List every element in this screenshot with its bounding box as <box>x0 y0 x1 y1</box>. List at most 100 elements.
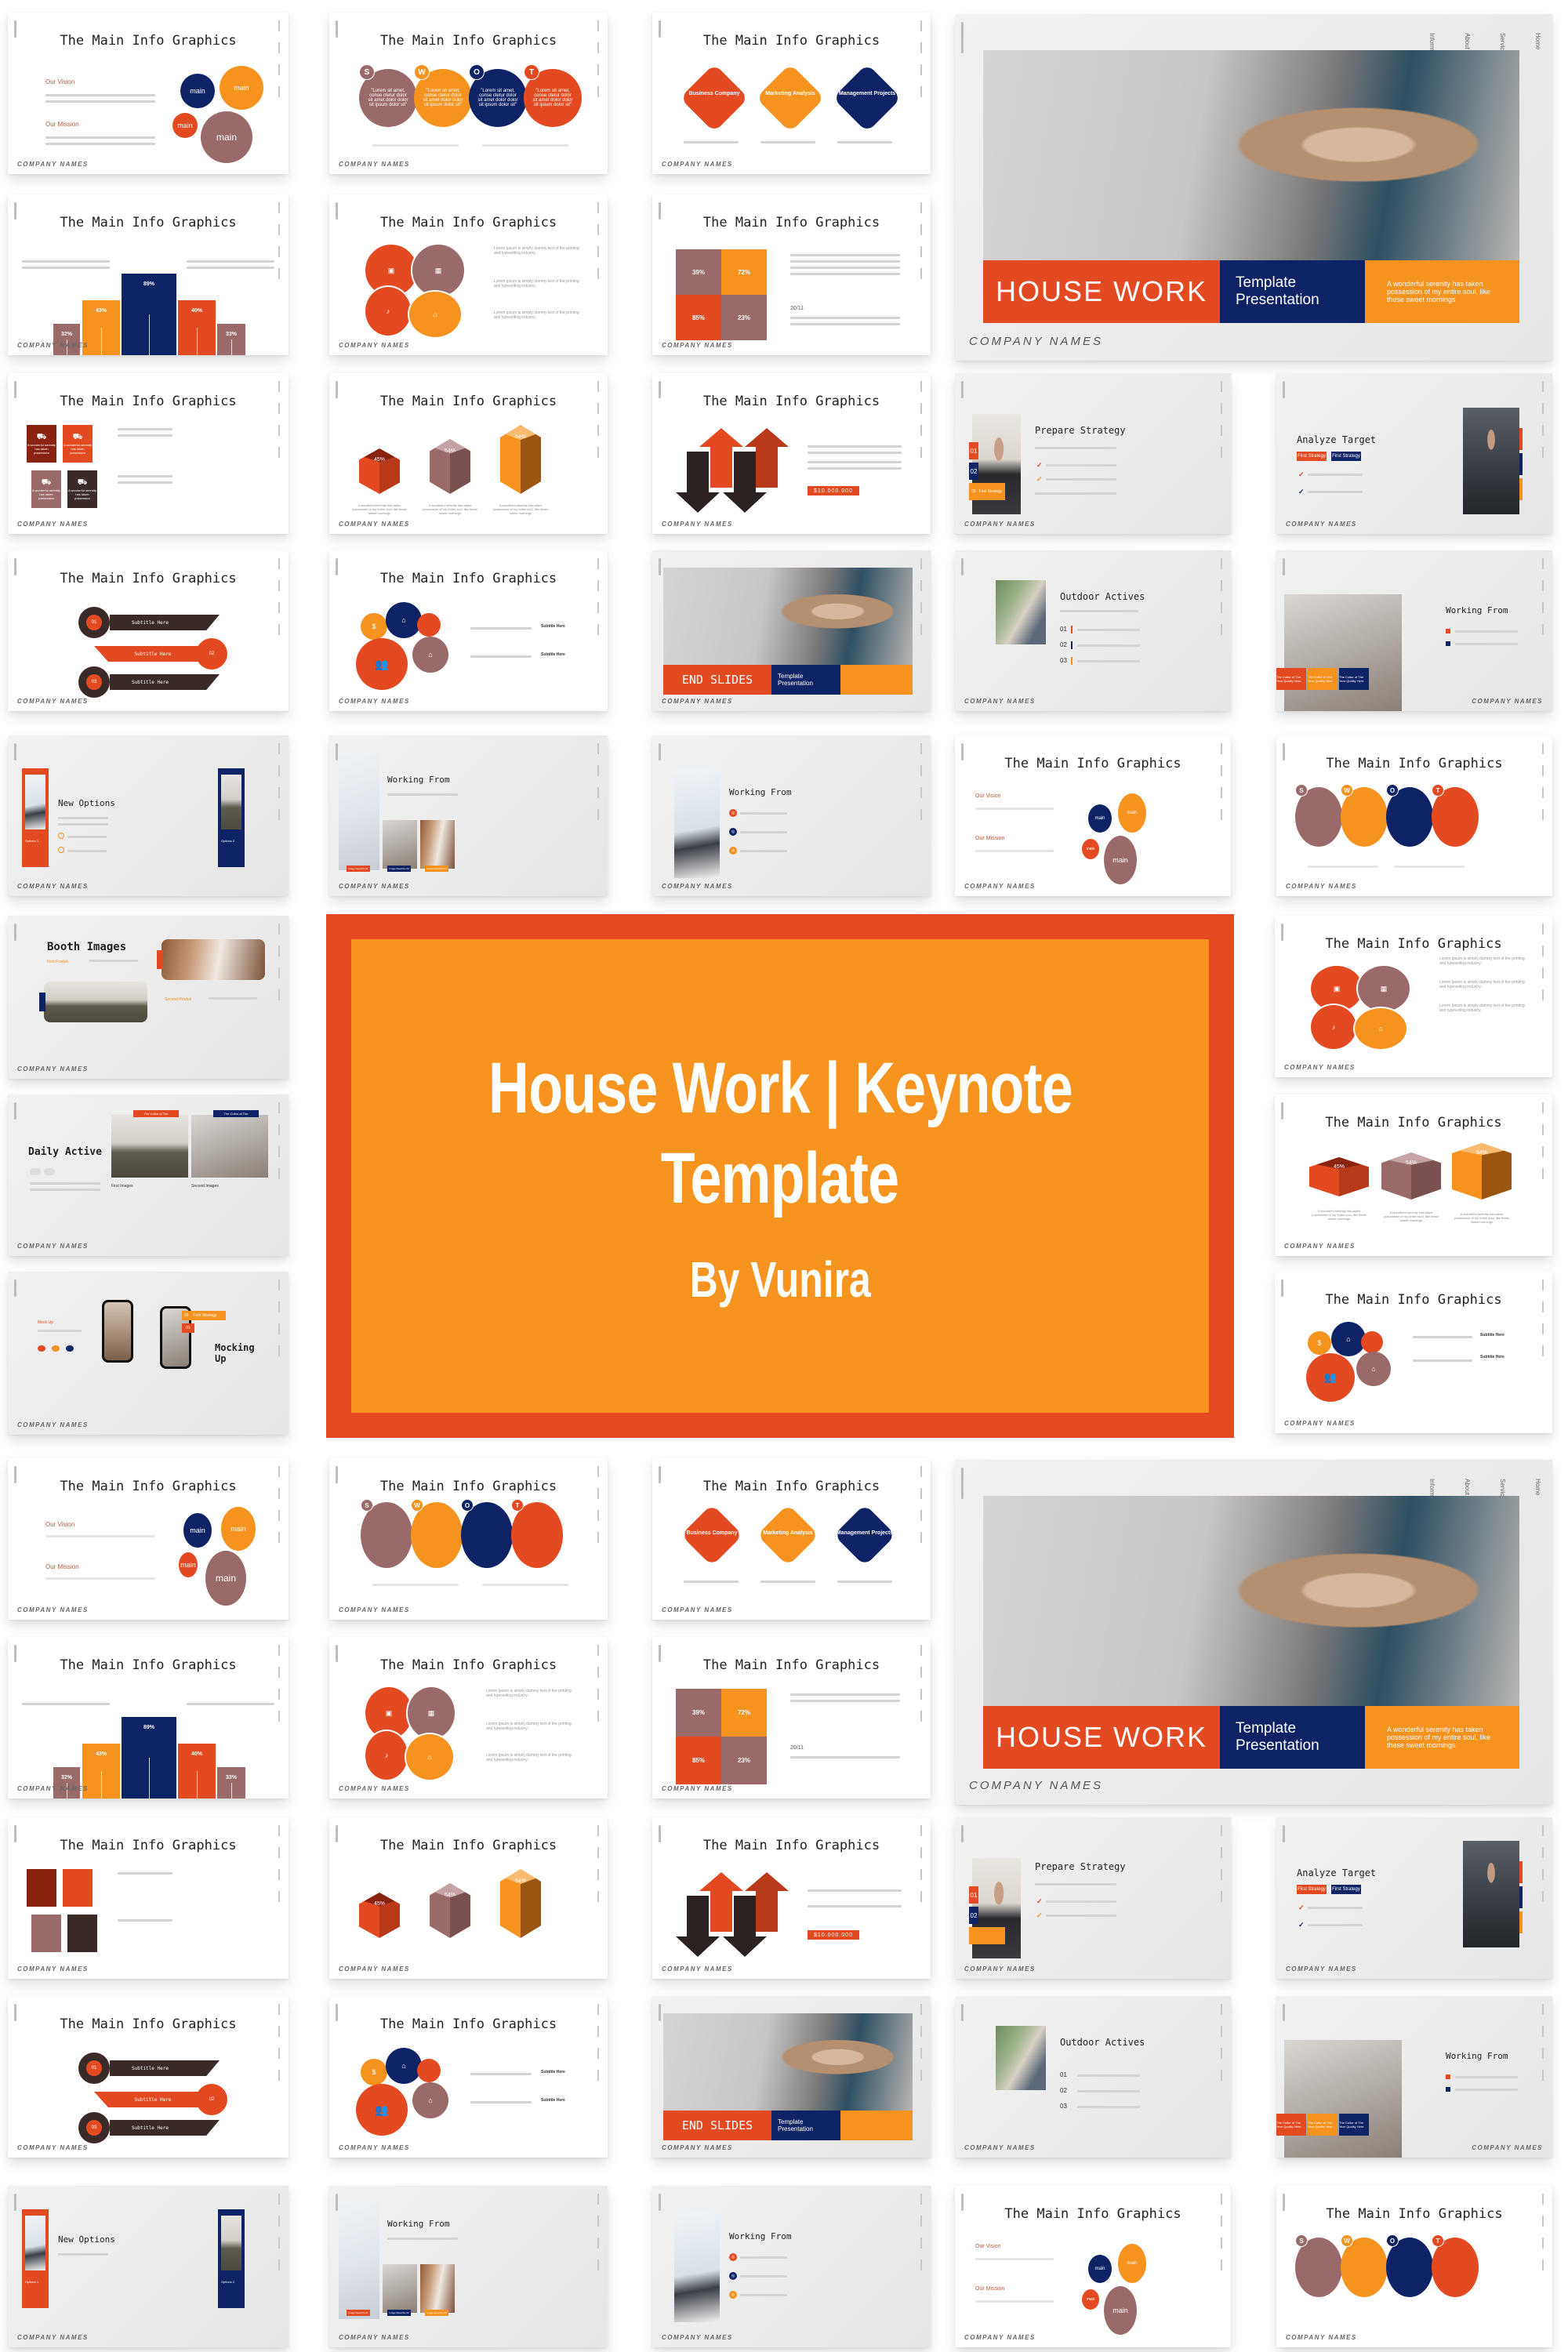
slide-trucks[interactable]: The Main Info Graphics ⛟ A wonderful sere… <box>8 373 289 534</box>
slide-diamonds[interactable]: The Main Info Graphics Business Company … <box>652 13 931 174</box>
slide-end-slides[interactable]: END SLIDES Template Presentation COMPANY… <box>652 550 931 711</box>
slide-mockup[interactable]: Mock Up 03 First Strategy 01 Mocking Up CO… <box>8 1272 289 1435</box>
text-line <box>1455 2089 1518 2091</box>
slide-cubes-2[interactable]: The Main Info Graphics 45% 54% 64% A won… <box>1275 1094 1552 1256</box>
cover-banner: HOUSE WORK Template Presentation A wonde… <box>983 1706 1519 1769</box>
slide-scroll-indicator <box>336 743 338 760</box>
company-label: COMPANY NAMES <box>1284 1064 1356 1071</box>
text-line <box>45 136 155 139</box>
slide-swot-4[interactable]: The Main Info Graphics S W O T COMPANY N… <box>1276 2186 1552 2347</box>
option-card-2[interactable]: Options 2 <box>218 2209 245 2308</box>
slide-swot-2[interactable]: The Main Info Graphics S W O T COMPANY N… <box>1276 735 1552 896</box>
slide-end-slides-2[interactable]: END SLIDES Template Presentation COMPANY… <box>652 1996 931 2158</box>
slide-venn-2[interactable]: The Main Info Graphics ▣ ▦ ♪ ⌂ Lorem Ips… <box>1275 916 1552 1077</box>
text-line <box>808 452 902 454</box>
strategy-badge-active[interactable] <box>969 1927 1005 1944</box>
slide-diamonds-2[interactable]: The Main Info Graphics Business Company … <box>652 1458 931 1620</box>
slide-cubes-3[interactable]: The Main Info Graphics 45% 54% 64% COMPA… <box>329 1817 608 1979</box>
timeline-node: 03 <box>78 2112 110 2143</box>
bullet-icon <box>1446 2074 1450 2079</box>
gear-mauve: ⌂ <box>1356 1352 1391 1386</box>
slide-prepare-strategy[interactable]: 01 02 03 First Strategy Prepare Strategy … <box>955 373 1231 534</box>
slide-arrows-2[interactable]: The Main Info Graphics $10.000.000 COMPA… <box>652 1817 931 1979</box>
text-line <box>470 2073 532 2075</box>
side-nav <box>918 1466 924 1543</box>
slide-vision-mission[interactable]: The Main Info Graphics Our Vision Our Mi… <box>8 13 289 174</box>
slide-timeline[interactable]: The Main Info Graphics Subtitle Here 01 … <box>8 550 289 711</box>
slide-bars-2[interactable]: The Main Info Graphics 32% 43% 89% 40% 3… <box>8 1637 289 1798</box>
target-icon: ◎ <box>729 2272 737 2280</box>
slide-working-from-1[interactable]: Working From The Cultur of The Year Qual… <box>1276 550 1552 711</box>
text-line <box>45 1577 155 1580</box>
slide-venn-3[interactable]: The Main Info Graphics ▣ ▦ ♪ ⌂ Lorem Ips… <box>329 1637 608 1798</box>
gear-subtitle: Subtitle Here <box>541 652 565 657</box>
slide-cover[interactable]: Home Service About Information HOUSE WOR… <box>955 14 1552 361</box>
gear-navy: ⌂ <box>386 2048 422 2084</box>
slide-timeline-2[interactable]: The Main Info Graphics Subtitle Here 01 … <box>8 1996 289 2158</box>
pager-dot[interactable] <box>44 1168 55 1175</box>
slide-cover-2[interactable]: Home Service About Information HOUSE WOR… <box>955 1460 1552 1805</box>
slide-booth[interactable]: Booth Images First Produk Second Produk … <box>8 916 289 1079</box>
slide-working-from-3[interactable]: Working From ◎ ◎ ◎ COMPANY NAMES <box>652 735 931 896</box>
strategy-badge-active[interactable]: 03 First Strategy <box>969 483 1005 500</box>
nav-home[interactable]: Home <box>1534 33 1541 64</box>
strategy-button[interactable]: First Strategy <box>1331 452 1361 461</box>
company-label: COMPANY NAMES <box>339 698 410 705</box>
side-nav <box>1540 381 1546 458</box>
slide-working-from-2[interactable]: Working From Image Describe 01 Image Des… <box>329 735 608 896</box>
users-icon: 👥 <box>375 657 389 670</box>
slide-arrows[interactable]: The Main Info Graphics $10.000.000 COMPA… <box>652 373 931 534</box>
slide-vision-mission-2[interactable]: The Main Info Graphics Our Vision Our Mi… <box>955 735 1231 896</box>
slide-working-from-4[interactable]: Working From The Cultur of The Year Qual… <box>1276 1996 1552 2158</box>
slide-title: The Main Info Graphics <box>379 1838 557 1853</box>
slide-bars[interactable]: The Main Info Graphics 32% 43% 89% 40% 3… <box>8 194 289 355</box>
company-label: COMPANY NAMES <box>662 161 733 168</box>
slide-gears-2[interactable]: The Main Info Graphics $ ⌂ 👥 ⌂ Subtitle … <box>1275 1272 1552 1433</box>
slide-working-from-6[interactable]: Working From ◎ ◎ ◎ COMPANY NAMES <box>652 2186 931 2347</box>
slide-gears[interactable]: The Main Info Graphics $ ⌂ 👥 ⌂ Subtitle … <box>329 550 608 711</box>
slide-cubes[interactable]: The Main Info Graphics 45% 54% 64% A won… <box>329 373 608 534</box>
slide-new-options-2[interactable]: Options 1 New Options Options 2 COMPANY … <box>8 2186 289 2347</box>
slide-prepare-strategy-2[interactable]: 01 02 Prepare Strategy ✓ ✓ COMPANY NAMES <box>955 1817 1231 1979</box>
option-card-1[interactable]: Options 1 <box>22 2209 49 2308</box>
slide-outdoor-2[interactable]: Outdoor Actives 01 02 03 COMPANY NAMES <box>955 1996 1231 2158</box>
option-card-2[interactable]: Options 2 <box>218 768 245 867</box>
slide-vision-mission-3[interactable]: The Main Info Graphics Our Vision Our Mi… <box>8 1458 289 1620</box>
company-label: COMPANY NAMES <box>1286 1965 1357 1973</box>
timeline-node: 01 <box>78 2053 110 2084</box>
slide-trucks-2[interactable]: The Main Info Graphics COMPANY NAMES <box>8 1817 289 1979</box>
slide-title: The Main Info Graphics <box>379 571 557 586</box>
option-card-1[interactable]: Options 1 <box>22 768 49 867</box>
tag-icon: ⌂ <box>401 616 406 624</box>
pager-dot[interactable] <box>30 1168 41 1175</box>
truck-card: ⛟ A wonderful serenity has taken possessi… <box>67 470 97 508</box>
strategy-button[interactable]: First Strategy <box>1297 1885 1327 1894</box>
slide-gears-3[interactable]: The Main Info Graphics $ ⌂ 👥 ⌂ Subtitle … <box>329 1996 608 2158</box>
slide-vision-mission-4[interactable]: The Main Info Graphics Our Vision Our Mi… <box>955 2186 1231 2347</box>
slide-swot[interactable]: The Main Info Graphics "Lorem sit amet, … <box>329 13 608 174</box>
circle-navy: main <box>180 74 215 108</box>
text-line <box>1455 630 1518 633</box>
strategy-button[interactable]: First Strategy <box>1297 452 1327 461</box>
text-line <box>1413 1359 1472 1362</box>
slide-quad-2[interactable]: The Main Info Graphics 39% 72% 85% 23% 2… <box>652 1637 931 1798</box>
slide-title: The Main Info Graphics <box>1325 1115 1502 1131</box>
slide-swot-3[interactable]: The Main Info Graphics S W O T COMPANY N… <box>329 1458 608 1620</box>
slide-analyze-target-2[interactable]: Analyze Target First Strategy First Stra… <box>1276 1817 1552 1979</box>
slide-outdoor[interactable]: Outdoor Actives 01 02 03 COMPANY NAMES <box>955 550 1231 711</box>
booth-label: Second Produk <box>165 997 192 1002</box>
slide-daily[interactable]: Daily Active The Cultur of The The Cultu… <box>8 1094 289 1256</box>
tag-icon: ⌂ <box>1346 1335 1351 1343</box>
side-nav <box>276 558 282 635</box>
strategy-button[interactable]: First Strategy <box>1331 1885 1361 1894</box>
slide-quad[interactable]: The Main Info Graphics 39% 72% 85% 23% 2… <box>652 194 931 355</box>
slide-working-from-5[interactable]: Working From Image Describe 01 Image Des… <box>329 2186 608 2347</box>
slide-venn[interactable]: The Main Info Graphics ▣ ▦ ♪ ⌂ Lorem Ips… <box>329 194 608 355</box>
venn-circle-mauve: ▦ <box>1356 964 1411 1013</box>
slide-title: The Main Info Graphics <box>60 394 237 409</box>
slide-analyze-target[interactable]: Analyze Target First Strategy First Stra… <box>1276 373 1552 534</box>
company-label: COMPANY NAMES <box>17 521 89 528</box>
nav-home[interactable]: Home <box>1534 1479 1541 1510</box>
option-label: Options 2 <box>221 839 235 843</box>
slide-new-options[interactable]: Options 1 New Options › › Options 2 COMP… <box>8 735 289 896</box>
